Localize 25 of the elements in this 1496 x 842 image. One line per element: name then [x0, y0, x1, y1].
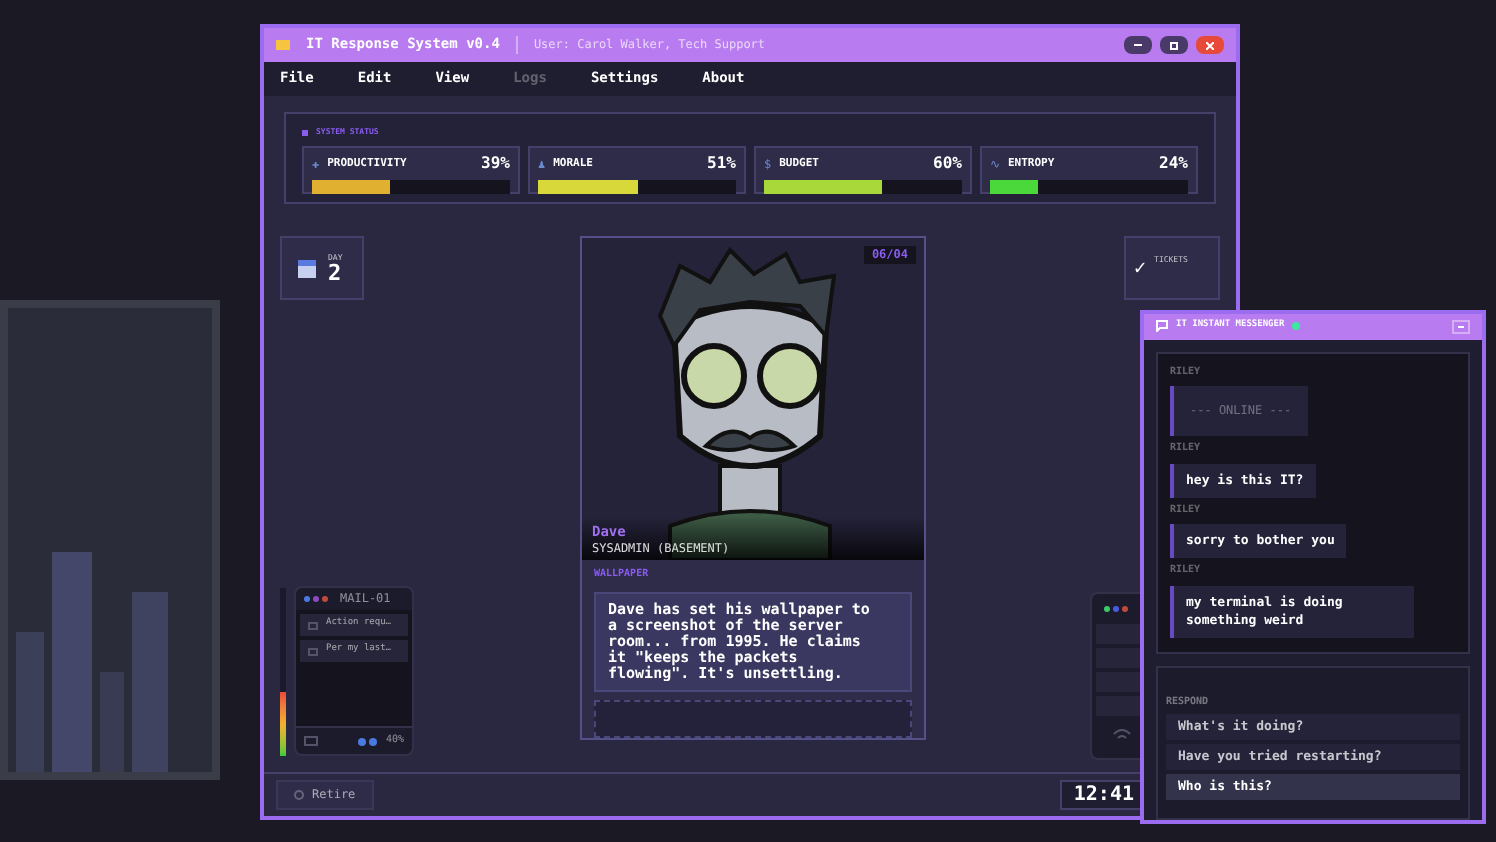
- battery-dots-icon: [357, 737, 378, 745]
- check-mark: ✓: [1134, 255, 1147, 283]
- maximize-button[interactable]: [1160, 36, 1188, 54]
- minimize-icon: [1458, 325, 1464, 328]
- day-number: 2: [328, 261, 343, 283]
- window-icon: [276, 40, 290, 50]
- close-button[interactable]: [1196, 36, 1224, 54]
- meter-reading: 60%: [933, 152, 962, 176]
- maximize-icon: [1170, 41, 1178, 49]
- mail-icon: [308, 647, 318, 655]
- bullet-icon: [302, 129, 308, 135]
- calendar-icon: [298, 259, 316, 277]
- close-icon: [1206, 41, 1214, 49]
- meter-reading: 39%: [481, 152, 510, 176]
- minimize-button[interactable]: [1124, 36, 1152, 54]
- chat-icon: [1156, 320, 1168, 333]
- minimize-icon: [1134, 44, 1142, 46]
- window-dots-icon: [1104, 606, 1132, 612]
- meter-reading: 51%: [707, 152, 736, 176]
- meter-reading: 24%: [1159, 152, 1188, 176]
- window-dots-icon: [304, 596, 332, 602]
- mail-icon: [308, 621, 318, 629]
- wifi-icon: [1112, 728, 1132, 742]
- mail-icon: [304, 736, 318, 746]
- circle-icon: [294, 790, 304, 800]
